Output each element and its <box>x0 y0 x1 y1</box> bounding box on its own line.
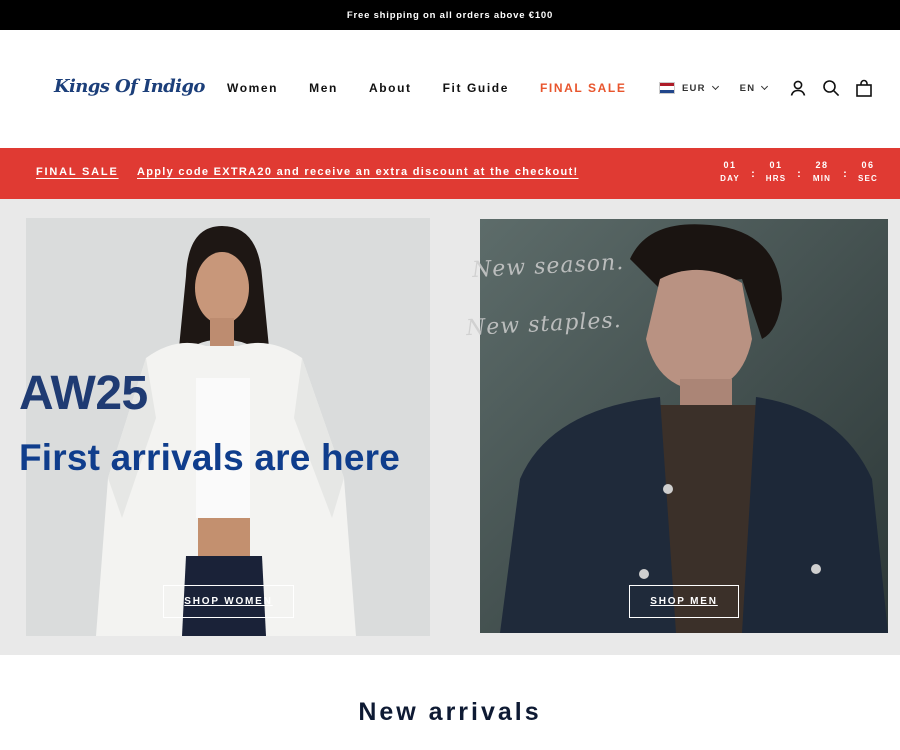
account-icon[interactable] <box>789 79 807 97</box>
main-nav: Women Men About Fit Guide FINAL SALE <box>227 81 657 95</box>
sale-message-link[interactable]: Apply code EXTRA20 and receive an extra … <box>137 166 579 178</box>
site-header: Kings Of Indigo Women Men About Fit Guid… <box>0 30 900 148</box>
flag-nl-icon <box>659 82 675 94</box>
shop-men-button[interactable]: SHOP MEN <box>629 585 739 618</box>
announcement-text: Free shipping on all orders above €100 <box>346 9 554 21</box>
men-hero-image[interactable] <box>480 219 888 633</box>
countdown-separator: : <box>751 168 755 180</box>
chevron-down-icon <box>761 82 769 91</box>
sale-banner: FINAL SALE Apply code EXTRA20 and receiv… <box>0 148 900 199</box>
sale-label-link[interactable]: FINAL SALE <box>36 166 119 178</box>
header-tools: EUR EN <box>659 79 873 97</box>
new-arrivals-heading: New arrivals <box>358 698 542 726</box>
countdown-separator: : <box>843 168 847 180</box>
brand-logo[interactable]: Kings Of Indigo <box>54 76 205 97</box>
nav-men[interactable]: Men <box>309 81 338 95</box>
language-label: EN <box>739 82 756 94</box>
countdown-minutes: 28 MIN <box>812 160 832 183</box>
countdown-seconds: 06 SEC <box>857 160 879 183</box>
hero-subtitle: First arrivals are here <box>19 437 400 478</box>
language-selector[interactable]: EN <box>739 82 769 94</box>
bag-icon[interactable] <box>855 79 873 97</box>
nav-about[interactable]: About <box>369 81 412 95</box>
hero-title: AW25 <box>19 367 148 420</box>
countdown-separator: : <box>797 168 801 180</box>
nav-women[interactable]: Women <box>227 81 278 95</box>
currency-selector[interactable]: EUR <box>659 82 719 94</box>
countdown-hours: 01 HRS <box>765 160 787 183</box>
nav-fit-guide[interactable]: Fit Guide <box>443 81 509 95</box>
nav-final-sale[interactable]: FINAL SALE <box>540 81 626 95</box>
countdown-timer: 01 DAY : 01 HRS : 28 MIN : 06 SEC <box>716 160 882 183</box>
countdown-days: 01 DAY <box>720 160 740 183</box>
currency-label: EUR <box>682 82 706 94</box>
announcement-bar: Free shipping on all orders above €100 <box>0 0 900 30</box>
chevron-down-icon <box>711 82 719 91</box>
women-hero-image[interactable] <box>26 218 430 636</box>
hero-section: New season. New staples. AW25 First arri… <box>0 199 900 655</box>
shop-women-button[interactable]: SHOP WOMEN <box>163 585 294 618</box>
search-icon[interactable] <box>822 79 840 97</box>
